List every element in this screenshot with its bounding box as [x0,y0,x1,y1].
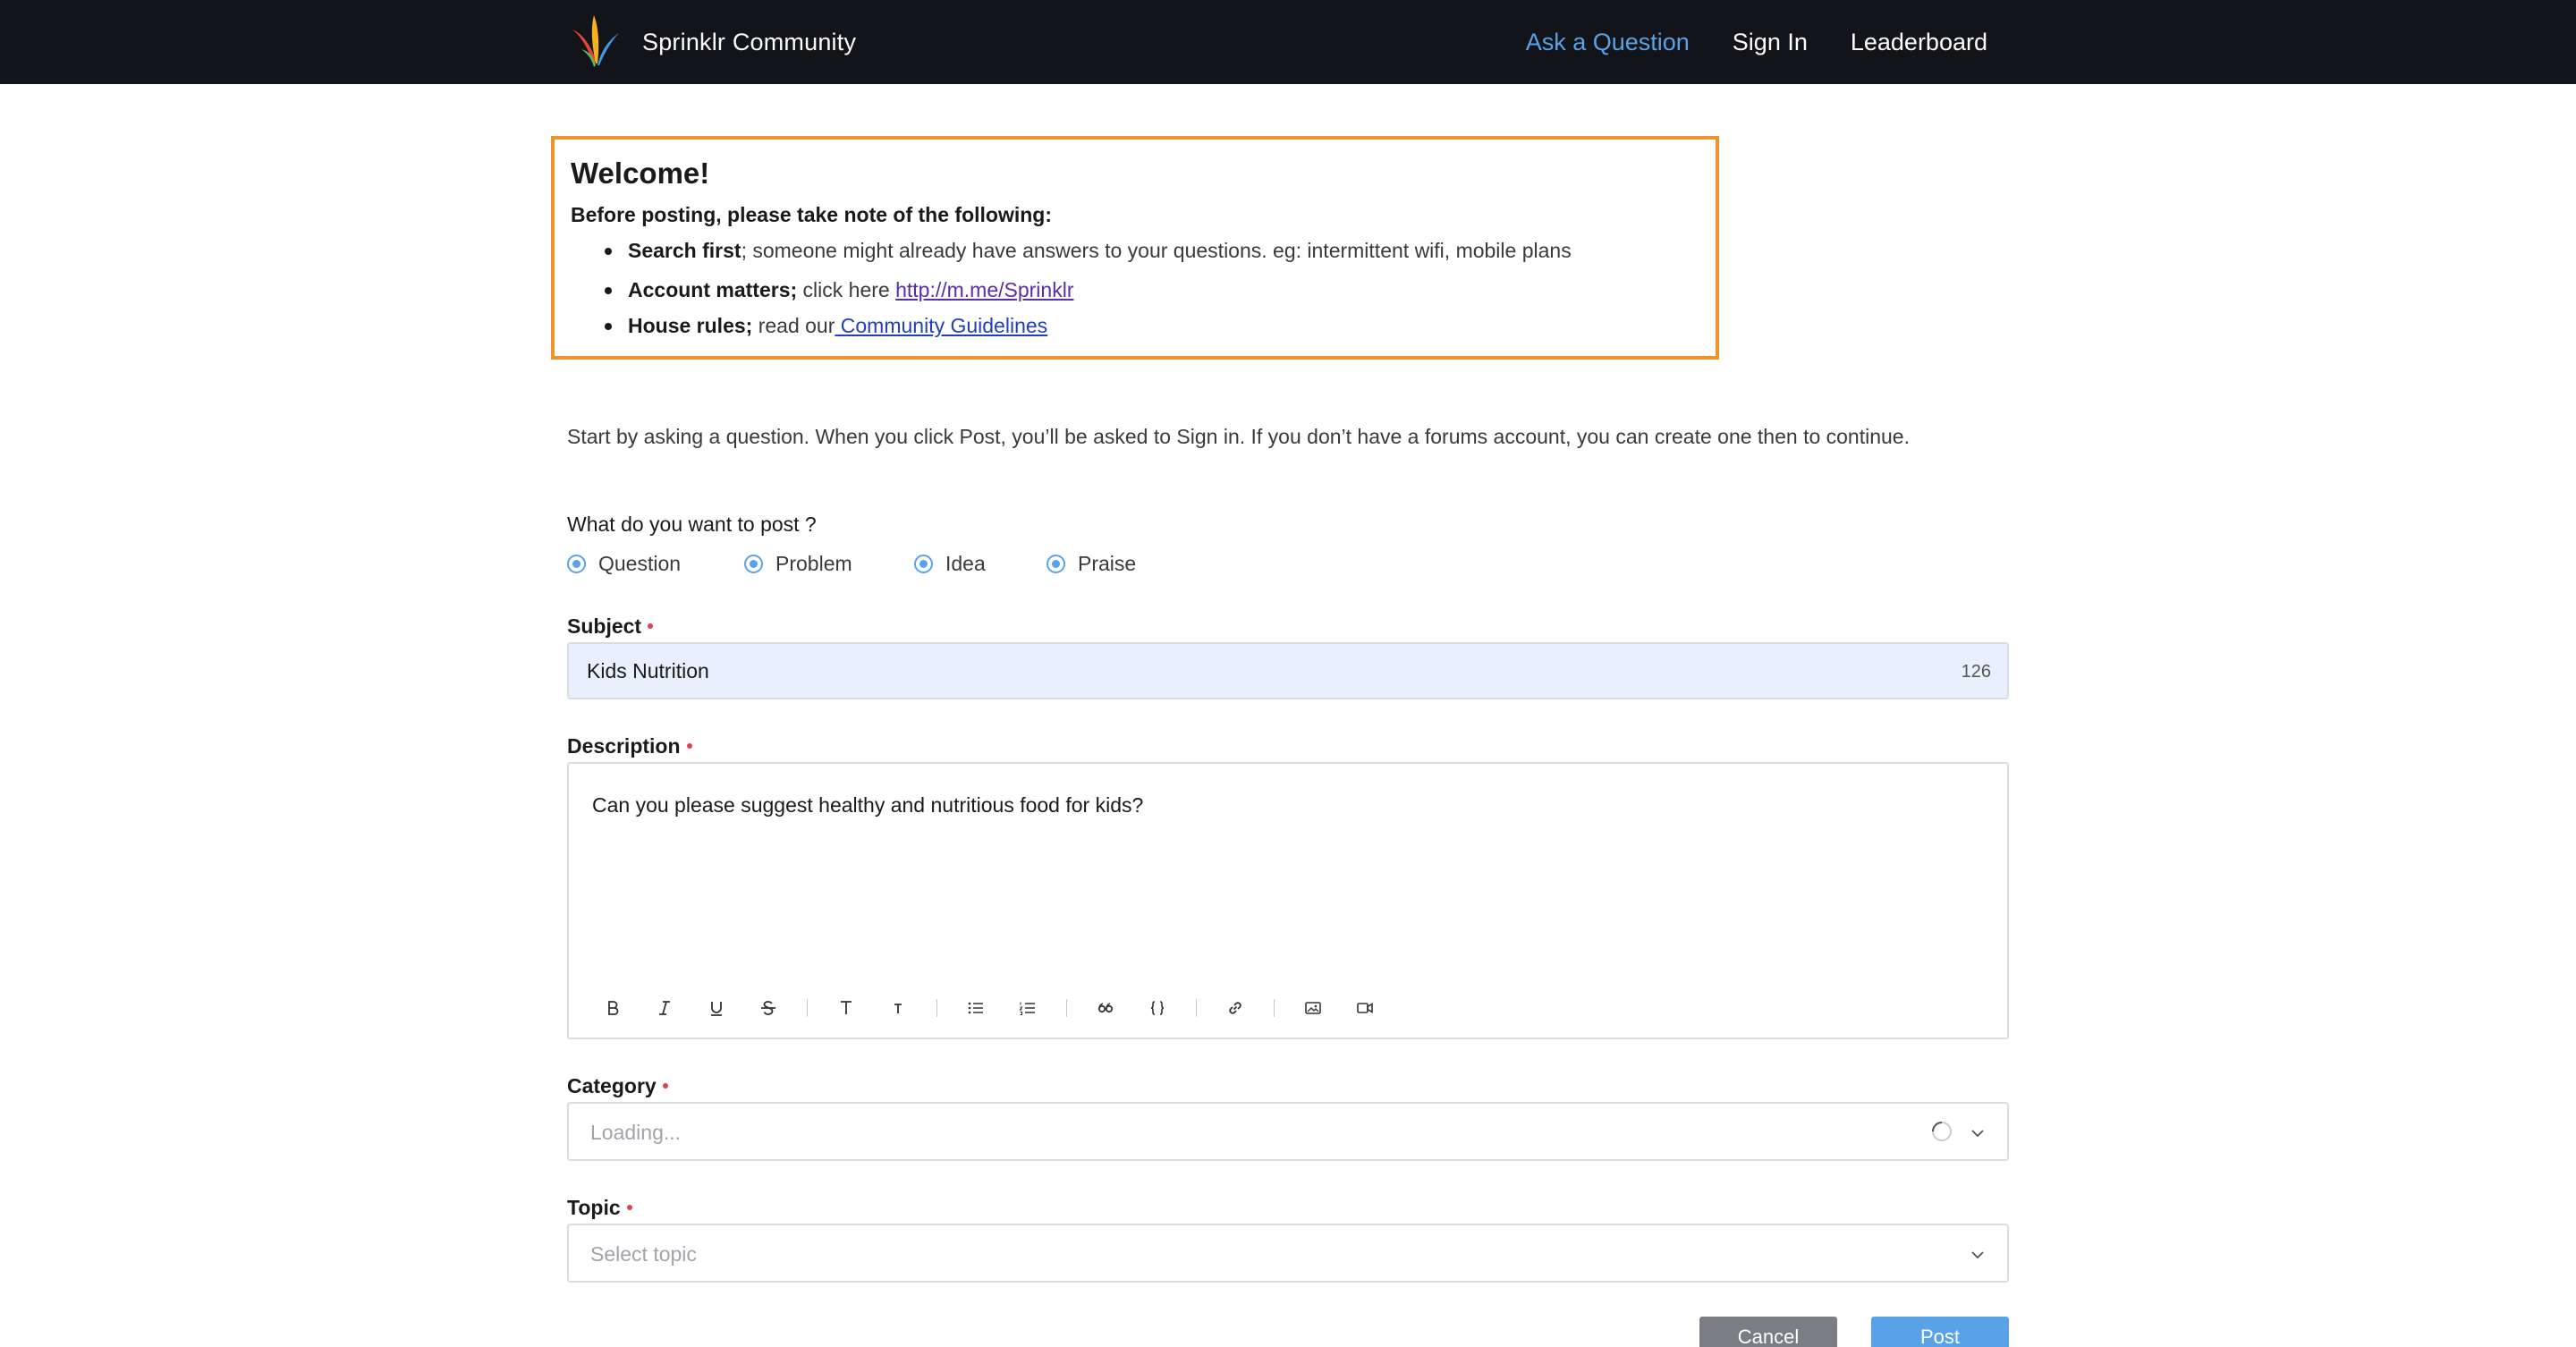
bulleted-list-icon[interactable] [950,993,1002,1023]
post-button[interactable]: Post [1871,1317,2009,1347]
subject-input[interactable] [569,644,2007,698]
description-editor[interactable]: Can you please suggest healthy and nutri… [567,762,2009,1039]
nav-ask-question[interactable]: Ask a Question [1526,29,1690,56]
welcome-title: Welcome! [571,157,710,190]
brand[interactable]: Sprinklr Community [569,0,856,84]
messenger-link[interactable]: http://m.me/Sprinklr [895,278,1073,301]
radio-selected-icon [914,554,933,573]
main-nav: Ask a Question Sign In Leaderboard [1483,0,1987,84]
chevron-down-icon [1971,1130,1984,1138]
guideline-list: Search first; someone might already have… [571,236,1716,340]
radio-label: Idea [945,552,986,575]
radio-label: Problem [775,552,852,575]
description-label-text: Description [567,734,681,758]
required-marker [686,742,692,749]
guideline-text: read our [752,314,835,337]
numbered-list-icon[interactable] [1002,993,1054,1023]
topic-placeholder: Select topic [590,1242,697,1266]
top-navbar: Sprinklr Community Ask a Question Sign I… [0,0,2576,84]
heading-small-icon[interactable] [872,993,924,1023]
insert-image-icon[interactable] [1287,993,1339,1023]
radio-praise[interactable]: Praise [1046,549,1136,578]
toolbar-divider [1066,999,1067,1017]
required-marker [626,1204,632,1210]
loading-spinner-icon [1932,1122,1952,1141]
insert-video-icon[interactable] [1339,993,1391,1023]
nav-leaderboard[interactable]: Leaderboard [1851,29,1987,56]
welcome-note: Before posting, please take note of the … [571,203,1052,226]
nav-sign-in[interactable]: Sign In [1733,29,1808,56]
radio-problem[interactable]: Problem [744,549,914,578]
guideline-bold: Search first [628,239,741,262]
intro-text: Start by asking a question. When you cli… [567,425,1910,448]
required-marker [648,623,654,629]
topic-label-text: Topic [567,1196,621,1219]
guideline-item: House rules; read our Community Guidelin… [605,311,1716,340]
radio-question[interactable]: Question [567,549,744,578]
quote-icon[interactable] [1080,993,1131,1023]
category-placeholder: Loading... [590,1121,682,1144]
cancel-button[interactable]: Cancel [1699,1317,1837,1347]
sprinklr-logo-icon [572,15,619,67]
bold-icon[interactable] [587,993,639,1023]
editor-toolbar [587,993,1391,1023]
topic-select[interactable]: Select topic [567,1224,2009,1283]
description-text[interactable]: Can you please suggest healthy and nutri… [592,791,1143,819]
guideline-item: Account matters; click here http://m.me/… [605,275,1716,304]
strikethrough-icon[interactable] [742,993,794,1023]
radio-selected-icon [744,554,763,573]
radio-selected-icon [567,554,586,573]
guideline-bold: Account matters; [628,278,798,301]
radio-label: Question [598,552,682,575]
guideline-text: ; someone might already have answers to … [741,239,1572,262]
post-type-label: What do you want to post ? [567,513,817,536]
code-block-icon[interactable] [1131,993,1183,1023]
toolbar-divider [1196,999,1197,1017]
category-select[interactable]: Loading... [567,1102,2009,1161]
chevron-down-icon [1971,1251,1984,1259]
toolbar-divider [1274,999,1275,1017]
brand-name: Sprinklr Community [642,28,857,55]
guideline-item: Search first; someone might already have… [605,236,1716,265]
description-label: Description [567,732,692,760]
subject-label: Subject [567,612,654,640]
required-marker [662,1082,668,1089]
heading-large-icon[interactable] [820,993,872,1023]
topic-label: Topic [567,1193,632,1222]
radio-idea[interactable]: Idea [914,549,1046,578]
radio-label: Praise [1078,552,1137,575]
guideline-bold: House rules; [628,314,753,337]
post-type-radio-group: Question Problem Idea Praise [567,549,1136,578]
insert-link-icon[interactable] [1209,993,1261,1023]
welcome-notice: Welcome! Before posting, please take not… [551,136,1719,360]
community-guidelines-link[interactable]: Community Guidelines [835,314,1047,337]
italic-icon[interactable] [639,993,691,1023]
category-label: Category [567,1072,668,1100]
underline-icon[interactable] [691,993,742,1023]
guideline-text: click here [797,278,896,301]
subject-char-counter: 126 [1961,662,1991,682]
category-label-text: Category [567,1074,657,1097]
subject-label-text: Subject [567,614,642,638]
toolbar-divider [807,999,808,1017]
toolbar-divider [936,999,937,1017]
subject-field[interactable]: 126 [567,642,2009,699]
radio-selected-icon [1046,554,1065,573]
